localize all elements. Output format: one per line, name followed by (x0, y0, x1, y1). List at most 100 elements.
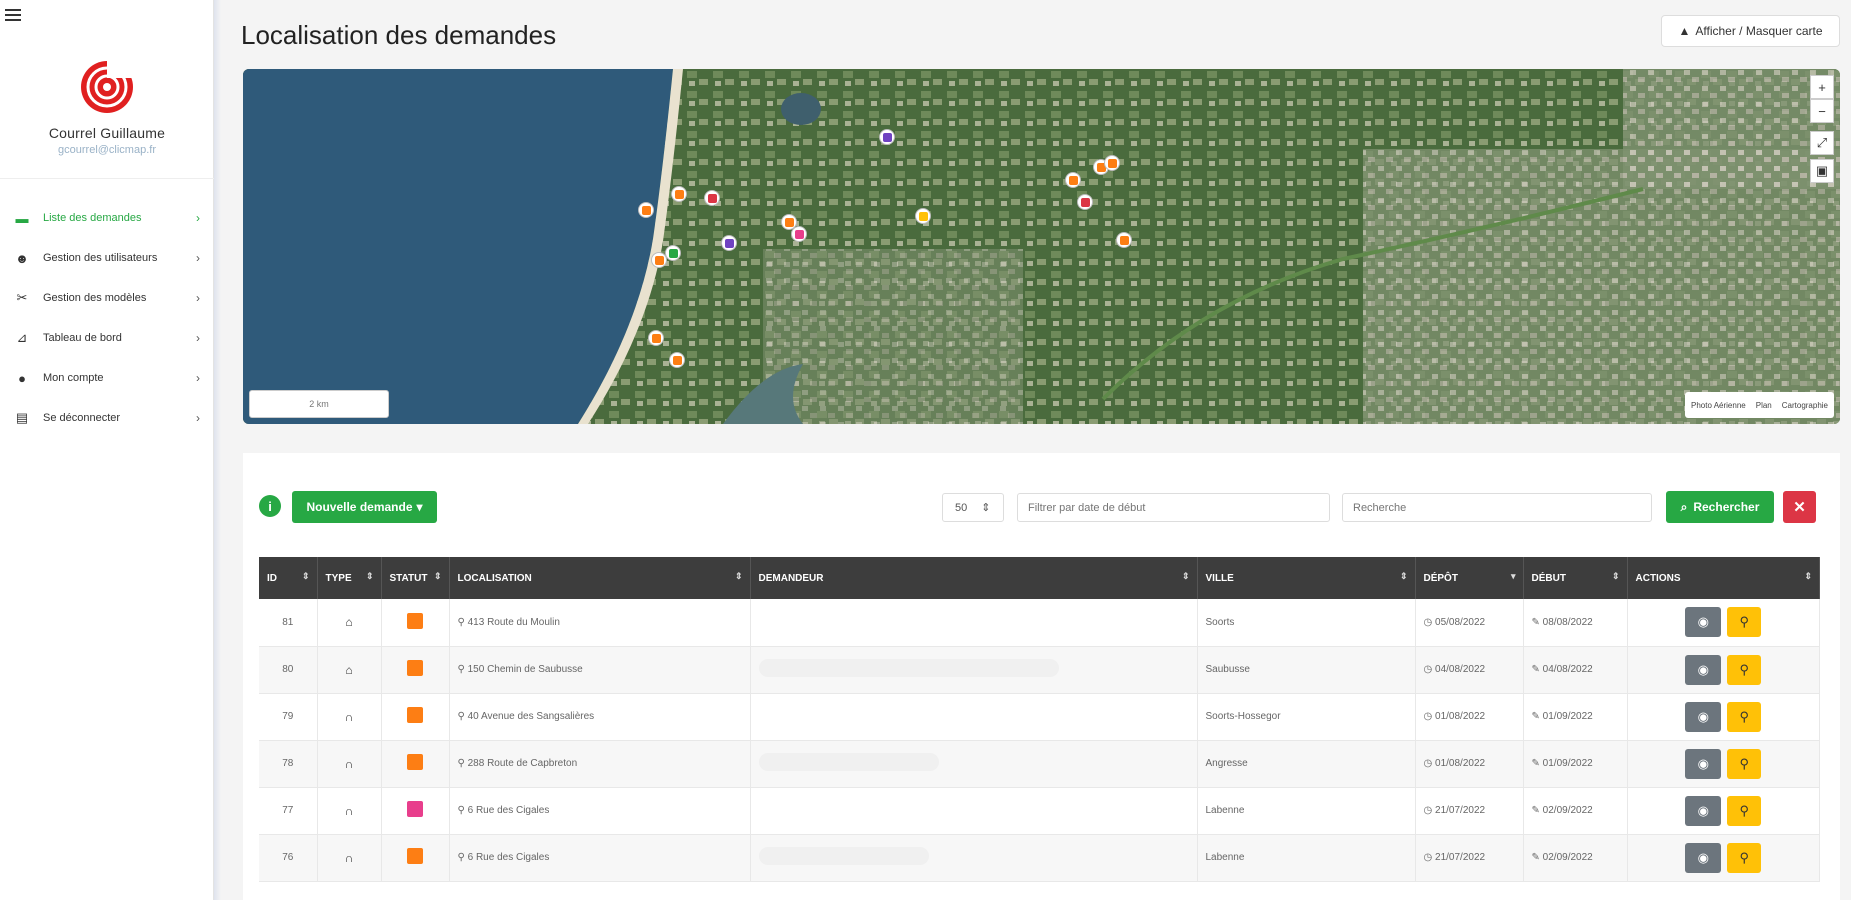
col-header-city[interactable]: VILLE ⇕ (1197, 557, 1416, 599)
status-badge (407, 612, 423, 629)
user-name: Courrel Guillaume (48, 125, 166, 141)
map-marker[interactable] (671, 186, 687, 202)
cell-id: 81 (259, 599, 318, 647)
clock-icon: ◷ (1423, 852, 1433, 863)
map-marker[interactable] (721, 235, 737, 251)
toggle-map-button[interactable]: ▲ Afficher / Masquer carte (1661, 15, 1840, 47)
table-row[interactable]: 81 ⌂ ⚲ 413 Route du Moulin Soorts ◷ 05/0… (259, 599, 1820, 647)
map-marker[interactable] (1116, 232, 1132, 248)
locate-button[interactable]: ⚲ (1727, 607, 1762, 638)
cell-city: Soorts-Hossegor (1197, 693, 1416, 741)
user-email: gcourrel@clicmap.fr (58, 144, 156, 156)
col-header-actions[interactable]: ACTIONS ⇕ (1627, 557, 1820, 599)
sidebar-item-requests[interactable]: ▬ Liste des demandes › (0, 198, 214, 238)
layer-aerial[interactable]: Photo Aérienne (1691, 401, 1746, 410)
locate-button[interactable]: ⚲ (1727, 654, 1762, 685)
table-row[interactable]: 78 ∩ ⚲ 288 Route de Capbreton Angresse ◷… (259, 740, 1820, 788)
cell-deposit: 04/08/2022 (1435, 664, 1486, 675)
sidebar-item-users[interactable]: ☻ Gestion des utilisateurs › (0, 238, 214, 278)
sidebar-item-logout[interactable]: ▤ Se déconnecter › (0, 398, 214, 438)
locate-button[interactable]: ⚲ (1727, 748, 1762, 779)
view-button[interactable]: ◉ (1685, 795, 1722, 826)
table-row[interactable]: 77 ∩ ⚲ 6 Rue des Cigales Labenne ◷ 21/07… (259, 787, 1820, 835)
date-filter-input[interactable] (1017, 493, 1330, 522)
search-input[interactable] (1342, 493, 1652, 522)
clock-icon: ◷ (1423, 758, 1433, 769)
view-button[interactable]: ◉ (1685, 607, 1722, 638)
cell-deposit: 01/08/2022 (1435, 711, 1486, 722)
map-marker[interactable] (638, 202, 654, 218)
col-header-location[interactable]: LOCALISATION ⇕ (449, 557, 751, 599)
map-marker[interactable] (648, 330, 664, 346)
sidebar-item-label: Tableau de bord (43, 332, 122, 344)
view-button[interactable]: ◉ (1685, 654, 1722, 685)
col-header-start[interactable]: DÉBUT ⇕ (1523, 557, 1628, 599)
info-icon[interactable]: i (259, 495, 281, 517)
map-marker[interactable] (1065, 172, 1081, 188)
map-pin-icon: ⚲ (457, 616, 465, 628)
new-request-button[interactable]: Nouvelle demande ▾ (292, 491, 437, 523)
clear-button[interactable]: ✕ (1783, 491, 1816, 523)
hamburger-menu-icon[interactable] (5, 6, 21, 22)
cell-deposit: 05/08/2022 (1435, 616, 1486, 628)
layer-cartography[interactable]: Cartographie (1782, 401, 1828, 410)
redacted-requester (758, 659, 1059, 677)
table-row[interactable]: 76 ∩ ⚲ 6 Rue des Cigales Labenne ◷ 21/07… (259, 834, 1820, 882)
map-marker[interactable] (669, 352, 685, 368)
new-request-label: Nouvelle demande (306, 500, 413, 514)
sidebar-shadow (214, 0, 221, 900)
zoom-in-button[interactable]: + (1810, 75, 1834, 99)
table-row[interactable]: 80 ⌂ ⚲ 150 Chemin de Saubusse Saubusse ◷… (259, 646, 1820, 694)
cell-city: Saubusse (1197, 646, 1416, 694)
map-marker[interactable] (1077, 194, 1093, 210)
map-pin-icon: ⚲ (1739, 614, 1750, 630)
layer-plan[interactable]: Plan (1756, 401, 1772, 410)
clock-icon: ◷ (1423, 805, 1433, 816)
camera-icon[interactable]: ▣ (1810, 159, 1834, 183)
search-button[interactable]: ⌕ Rechercher (1666, 491, 1774, 523)
map-marker[interactable] (665, 245, 681, 261)
map-pin-icon: ⚲ (457, 711, 465, 722)
fullscreen-icon[interactable]: ⤢ (1810, 131, 1834, 155)
col-header-requester[interactable]: DEMANDEUR ⇕ (750, 557, 1198, 599)
wrench-icon: ✎ (1531, 758, 1540, 769)
sidebar-menu: ▬ Liste des demandes › ☻ Gestion des uti… (0, 198, 214, 438)
view-button[interactable]: ◉ (1685, 748, 1722, 779)
col-header-deposit[interactable]: DÉPÔT ▾ (1415, 557, 1524, 599)
col-header-status[interactable]: STATUT ⇕ (381, 557, 450, 599)
map-marker[interactable] (1104, 155, 1120, 171)
map-marker[interactable] (791, 226, 807, 242)
wrench-icon: ✎ (1531, 616, 1540, 628)
status-badge (407, 801, 423, 817)
cell-id: 77 (259, 787, 318, 835)
locate-button[interactable]: ⚲ (1727, 842, 1762, 873)
sidebar-item-label: Gestion des utilisateurs (43, 252, 158, 264)
cell-start: 01/09/2022 (1542, 711, 1593, 722)
sort-arrows-icon: ⇕ (981, 502, 991, 514)
chart-icon: ⊿ (16, 330, 28, 345)
cell-location: 6 Rue des Cigales (467, 852, 550, 863)
per-page-select[interactable]: 50 ⇕ (942, 493, 1004, 522)
cell-deposit: 21/07/2022 (1435, 805, 1486, 816)
sidebar-item-dashboard[interactable]: ⊿ Tableau de bord › (0, 318, 214, 358)
users-icon: ☻ (15, 250, 29, 266)
eye-icon: ◉ (1697, 755, 1709, 771)
cell-start: 01/09/2022 (1542, 758, 1593, 769)
cell-id: 76 (259, 834, 318, 882)
sidebar-item-models[interactable]: ✂ Gestion des modèles › (0, 278, 214, 318)
chevron-right-icon: › (196, 411, 200, 425)
map-marker[interactable] (704, 190, 720, 206)
view-button[interactable]: ◉ (1685, 842, 1722, 873)
col-header-id[interactable]: ID ⇕ (259, 557, 318, 599)
cell-city: Labenne (1197, 787, 1416, 835)
sidebar-item-account[interactable]: ● Mon compte › (0, 358, 214, 398)
table-row[interactable]: 79 ∩ ⚲ 40 Avenue des Sangsalières Soorts… (259, 693, 1820, 741)
map-view[interactable]: + − ⤢ ▣ 2 km Photo Aérienne Plan Cartogr… (243, 69, 1840, 424)
locate-button[interactable]: ⚲ (1727, 795, 1762, 826)
map-marker[interactable] (879, 129, 895, 145)
map-marker[interactable] (915, 208, 931, 224)
col-header-type[interactable]: TYPE ⇕ (317, 557, 382, 599)
zoom-out-button[interactable]: − (1810, 99, 1834, 123)
locate-button[interactable]: ⚲ (1727, 701, 1762, 732)
view-button[interactable]: ◉ (1685, 701, 1722, 732)
